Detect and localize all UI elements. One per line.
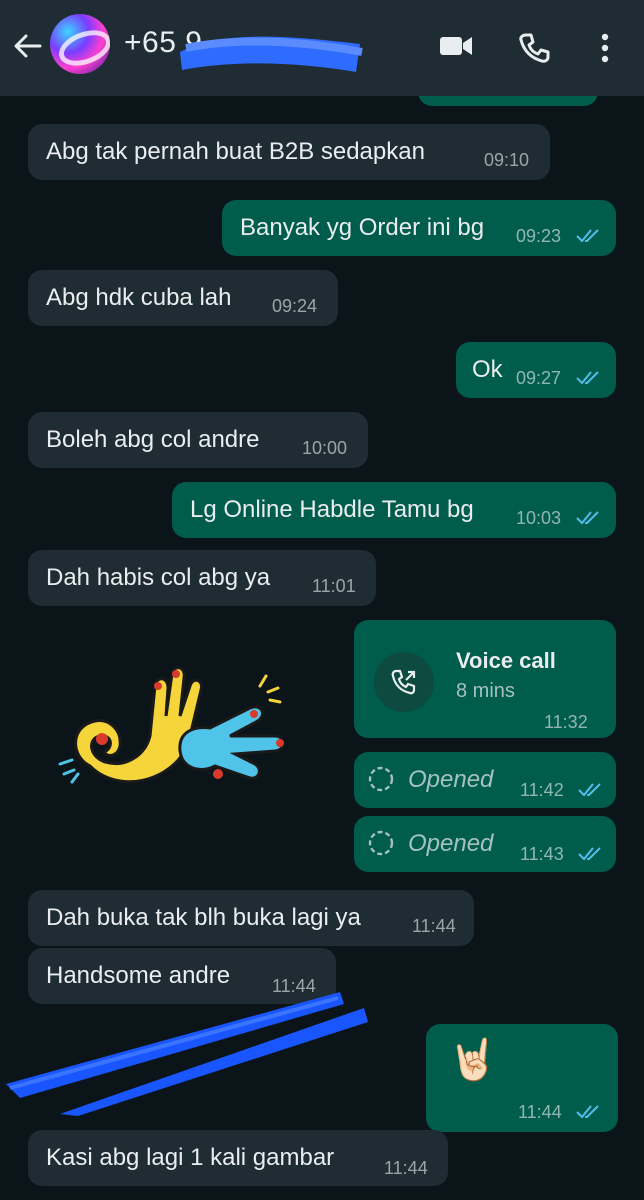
phone-icon[interactable]	[518, 32, 550, 64]
voice-call-bubble[interactable]: Voice call 8 mins 11:32	[354, 620, 616, 738]
message-time: 11:44	[384, 1158, 428, 1178]
message-time: 11:43	[520, 844, 564, 864]
redaction-scribble	[180, 36, 363, 72]
view-once-icon	[368, 830, 394, 856]
view-once-bubble[interactable]: Opened 11:43	[354, 816, 616, 872]
emoji-message-bubble[interactable]: 🤘🏻 11:44	[426, 1024, 618, 1132]
message-text: Lg Online Habdle Tamu bg	[190, 496, 474, 523]
voice-call-duration: 8 mins	[456, 680, 515, 702]
message-time: 11:42	[520, 780, 564, 800]
read-receipt-icon	[576, 511, 599, 525]
message-list[interactable]: Abg tak pernah buat B2B sedapkan 09:10 B…	[0, 96, 644, 1200]
view-once-bubble[interactable]: Opened 11:42	[354, 752, 616, 808]
message-time: 09:10	[484, 150, 530, 170]
message-time: 10:03	[516, 508, 562, 528]
message-bubble-incoming[interactable]: Dah buka tak blh buka lagi ya 11:44	[28, 890, 474, 946]
message-time: 11:44	[518, 1102, 562, 1122]
message-time: 09:27	[516, 368, 562, 388]
message-time: 09:23	[516, 226, 562, 246]
message-bubble-clipped[interactable]	[418, 96, 598, 106]
message-bubble-incoming[interactable]: Abg tak pernah buat B2B sedapkan 09:10	[28, 124, 550, 180]
voice-call-icon-circle	[374, 652, 434, 712]
message-bubble-incoming[interactable]: Kasi abg lagi 1 kali gambar 11:44	[28, 1130, 448, 1186]
message-text: Ok	[472, 356, 503, 383]
rock-on-emoji: 🤘🏻	[448, 1038, 498, 1082]
redaction-scribble	[6, 992, 368, 1116]
message-bubble-outgoing[interactable]: Lg Online Habdle Tamu bg 10:03	[172, 482, 616, 538]
message-bubble-incoming[interactable]: Boleh abg col andre 10:00	[28, 412, 368, 468]
message-bubble-outgoing[interactable]: Banyak yg Order ini bg 09:23	[222, 200, 616, 256]
read-receipt-icon	[576, 1105, 599, 1119]
message-text: Abg hdk cuba lah	[46, 284, 232, 311]
chat-header: +65 9	[0, 0, 644, 96]
message-time: 11:44	[412, 916, 456, 936]
message-text: Dah habis col abg ya	[46, 564, 271, 591]
read-receipt-icon	[578, 847, 601, 861]
message-time: 11:32	[544, 712, 588, 732]
view-once-icon	[368, 766, 394, 792]
back-arrow-icon[interactable]	[10, 28, 46, 64]
message-bubble-incoming[interactable]: Dah habis col abg ya 11:01	[28, 550, 376, 606]
view-once-label: Opened	[408, 830, 494, 857]
read-receipt-icon	[578, 783, 601, 797]
message-time: 10:00	[302, 438, 348, 458]
ok-hand-sticker[interactable]	[50, 656, 290, 796]
more-options-icon[interactable]	[598, 32, 612, 64]
message-bubble-incoming[interactable]: Abg hdk cuba lah 09:24	[28, 270, 338, 326]
read-receipt-icon	[576, 229, 599, 243]
read-receipt-icon	[576, 371, 599, 385]
contact-avatar[interactable]	[50, 14, 110, 74]
message-text: Banyak yg Order ini bg	[240, 214, 485, 241]
message-text: Kasi abg lagi 1 kali gambar	[46, 1144, 335, 1171]
outgoing-call-icon	[391, 669, 416, 695]
message-text: Dah buka tak blh buka lagi ya	[46, 904, 361, 931]
view-once-label: Opened	[408, 766, 494, 793]
voice-call-title: Voice call	[456, 648, 556, 673]
message-bubble-outgoing[interactable]: Ok 09:27	[456, 342, 616, 398]
message-text: Boleh abg col andre	[46, 426, 260, 453]
video-call-icon[interactable]	[438, 32, 474, 60]
message-time: 09:24	[272, 296, 318, 316]
message-text: Abg tak pernah buat B2B sedapkan	[46, 138, 425, 165]
message-time: 11:01	[312, 576, 356, 596]
